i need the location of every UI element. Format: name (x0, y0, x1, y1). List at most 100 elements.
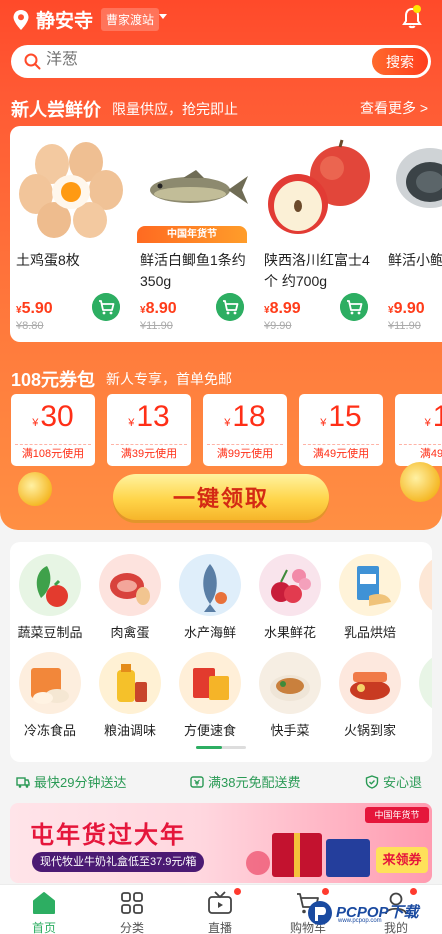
service-assurances: 最快29分钟送达 满38元免配送费 安心退 (0, 772, 442, 794)
category-hotpot[interactable]: 火锅到家 (330, 652, 410, 742)
coupon-condition: 满39元使用 (111, 444, 187, 462)
search-bar[interactable]: 搜索 (11, 45, 431, 78)
coupon-condition: 满99元使用 (207, 444, 283, 462)
home-icon (33, 892, 55, 914)
assurance-text: 最快29分钟送达 (34, 775, 127, 790)
category-label: 快手菜 (270, 723, 310, 738)
goods-card[interactable]: 陕西洛川红富士4个 约700g ¥8.99 ¥9.90 (258, 126, 382, 342)
coupon-condition: 满49元 (399, 444, 442, 462)
coupon-card[interactable]: ¥13 满39元使用 (107, 394, 191, 466)
goods-name: 土鸡蛋8枚 (16, 252, 80, 268)
promo-hero: 静安寺 曹家渡站 搜索 新人尝鲜价 限量供应，抢完即止 查看更多 > (0, 0, 442, 530)
category-scroll-indicator (196, 746, 246, 749)
trending-icon (419, 554, 432, 616)
coupon-card[interactable]: ¥15 满49元使用 (299, 394, 383, 466)
chevron-down-icon[interactable] (159, 14, 167, 19)
shield-icon (365, 774, 379, 789)
coupon-amount: ¥30 (32, 400, 74, 433)
category-label: 水产海鲜 (183, 625, 236, 640)
category-label: 水果鲜花 (263, 625, 316, 640)
tab-home[interactable]: 首页 (0, 885, 88, 934)
see-more-link[interactable]: 查看更多 > (360, 98, 428, 118)
category-quick-dish[interactable]: 快手菜 (250, 652, 330, 742)
goods-card[interactable]: 中国年货节 鲜活白鲫鱼1条约350g ¥8.90 ¥11.90 (134, 126, 258, 342)
goods-price: ¥8.90 (140, 300, 177, 317)
free-shipping-icon (190, 775, 204, 788)
add-to-cart-icon[interactable] (92, 293, 120, 321)
goods-price: ¥9.90 (388, 300, 425, 317)
newbie-section-subtitle: 限量供应，抢完即止 (112, 101, 238, 117)
tab-label: 首页 (31, 921, 56, 934)
watermark-subtext: www.pcpop.com (338, 918, 382, 924)
coupon-amount: ¥13 (128, 400, 170, 433)
category-vegetables[interactable]: 蔬菜豆制品 (10, 554, 90, 644)
newbie-section-title: 新人尝鲜价 (11, 100, 101, 120)
notification-dot (234, 888, 241, 895)
new-year-banner[interactable]: 中国年货节 屯年货过大年 现代牧业牛奶礼盒低至37.9元/箱 来领券 (10, 803, 432, 883)
goods-name: 鲜活小鲍鱼约80g (388, 252, 442, 268)
category-dairy[interactable]: 乳品烘焙 (330, 554, 410, 644)
category-label: 方便速食 (183, 723, 236, 738)
category-label: 粮油调味 (103, 723, 156, 738)
goods-price: ¥8.99 (264, 300, 301, 317)
goods-original-price: ¥9.90 (264, 320, 292, 332)
goods-original-price: ¥11.90 (140, 320, 173, 332)
watermark: PCPOP下载 www.pcpop.com (300, 893, 442, 934)
coupon-condition: 满49元使用 (303, 444, 379, 462)
add-to-cart-icon[interactable] (340, 293, 368, 321)
category-icon (121, 892, 143, 914)
instant-food-icon (179, 652, 241, 714)
meat-icon (99, 554, 161, 616)
search-input[interactable] (46, 51, 296, 69)
festival-tag: 中国年货节 (137, 226, 247, 243)
live-tv-icon (208, 891, 232, 914)
station-selector[interactable]: 曹家渡站 (101, 8, 160, 31)
category-grid: 蔬菜豆制品 肉禽蛋 水产海鲜 水果鲜花 乳品烘焙 网红 冷冻食品 (10, 542, 432, 762)
banner-title: 屯年货过大年 (30, 822, 186, 849)
category-label: 肉禽蛋 (110, 625, 150, 640)
hotpot-icon (339, 652, 401, 714)
eggs-image (19, 142, 123, 238)
coupon-card[interactable]: ¥1 满49元 (395, 394, 442, 466)
goods-original-price: ¥8.80 (16, 320, 44, 332)
coupon-amount: ¥1 (424, 400, 442, 433)
goods-price: ¥5.90 (16, 300, 53, 317)
category-meat[interactable]: 肉禽蛋 (90, 554, 170, 644)
category-seafood[interactable]: 水产海鲜 (170, 554, 250, 644)
coin-decoration (18, 472, 52, 506)
category-trending[interactable]: 网红 (410, 554, 432, 644)
coupon-section-subtitle: 新人专享，首单免邮 (106, 371, 232, 387)
goods-card[interactable]: 鲜活小鲍鱼约80g ¥9.90 ¥11.90 (382, 126, 442, 342)
assurance-free-shipping: 满38元免配送费 (190, 772, 300, 791)
coupon-card[interactable]: ¥30 满108元使用 (11, 394, 95, 466)
assurance-refund: 安心退 (365, 772, 422, 791)
city-name[interactable]: 静安寺 (36, 6, 93, 33)
category-instant-food[interactable]: 方便速食 (170, 652, 250, 742)
category-snack[interactable]: 零 (410, 652, 432, 742)
category-label: 冷冻食品 (23, 723, 76, 738)
frozen-icon (19, 652, 81, 714)
category-oil[interactable]: 粮油调味 (90, 652, 170, 742)
snack-icon (419, 652, 432, 714)
search-button[interactable]: 搜索 (372, 48, 428, 75)
coupon-card[interactable]: ¥18 满99元使用 (203, 394, 287, 466)
notification-dot (413, 5, 421, 13)
oil-icon (99, 652, 161, 714)
tab-live[interactable]: 直播 (176, 885, 264, 934)
category-fruit[interactable]: 水果鲜花 (250, 554, 330, 644)
get-coupon-button[interactable]: 来领券 (376, 847, 428, 873)
coupon-amount: ¥15 (320, 400, 362, 433)
coupon-condition: 满108元使用 (15, 444, 91, 462)
category-frozen[interactable]: 冷冻食品 (10, 652, 90, 742)
seafood-icon (179, 554, 241, 616)
add-to-cart-icon[interactable] (216, 293, 244, 321)
goods-card[interactable]: 土鸡蛋8枚 ¥5.90 ¥8.80 (10, 126, 134, 342)
festival-tag: 中国年货节 (365, 807, 429, 823)
abalone-image (396, 148, 442, 208)
coupon-amount: ¥18 (224, 400, 266, 433)
claim-all-button[interactable]: 一键领取 (113, 474, 329, 520)
category-label: 网红 (410, 622, 432, 641)
location-pin-icon[interactable] (12, 9, 30, 31)
tab-category[interactable]: 分类 (88, 885, 176, 934)
assurance-text: 安心退 (383, 775, 423, 790)
